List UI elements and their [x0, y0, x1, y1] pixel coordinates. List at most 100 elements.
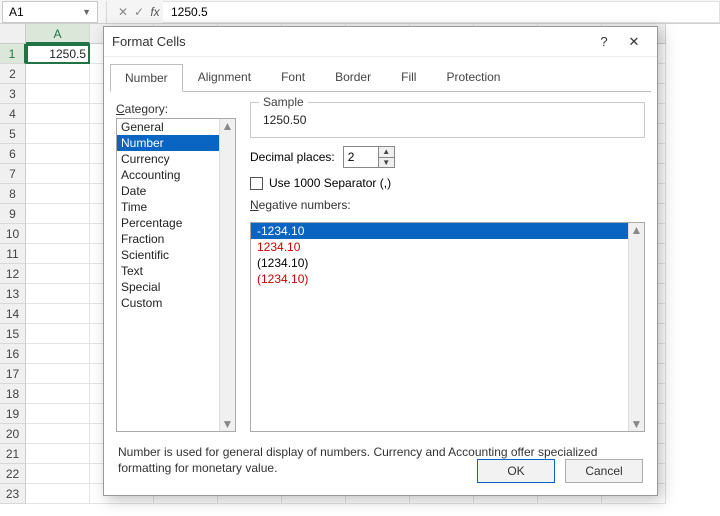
list-item[interactable]: (1234.10) [251, 271, 644, 287]
thousands-separator-checkbox[interactable]: Use 1000 Separator (,) [250, 176, 645, 190]
scrollbar[interactable]: ▲▼ [219, 119, 235, 431]
cell[interactable] [26, 144, 90, 164]
row-header[interactable]: 21 [0, 444, 26, 464]
dialog-titlebar[interactable]: Format Cells ? ✕ [104, 27, 657, 57]
cell[interactable] [26, 204, 90, 224]
cell[interactable] [26, 344, 90, 364]
row-header[interactable]: 5 [0, 124, 26, 144]
formula-bar[interactable]: 1250.5 [163, 1, 720, 23]
row-header[interactable]: 19 [0, 404, 26, 424]
dialog-button-row: OK Cancel [477, 459, 643, 483]
cell[interactable] [26, 324, 90, 344]
cell[interactable] [26, 244, 90, 264]
cancel-icon[interactable]: ✕ [115, 5, 131, 19]
cell[interactable] [26, 124, 90, 144]
list-item[interactable]: (1234.10) [251, 255, 644, 271]
row-header[interactable]: 12 [0, 264, 26, 284]
ok-button[interactable]: OK [477, 459, 555, 483]
format-cells-dialog: Format Cells ? ✕ NumberAlignmentFontBord… [103, 26, 658, 496]
row-header[interactable]: 13 [0, 284, 26, 304]
category-label: Category: [116, 102, 236, 116]
cell[interactable] [26, 264, 90, 284]
cell[interactable]: 1250.5 [26, 44, 90, 64]
tab-border[interactable]: Border [320, 63, 386, 91]
list-item[interactable]: Currency [117, 151, 235, 167]
cell[interactable] [26, 64, 90, 84]
list-item[interactable]: Date [117, 183, 235, 199]
negative-numbers-list[interactable]: -1234.101234.10(1234.10)(1234.10)▲▼ [250, 222, 645, 432]
negative-numbers-label: Negative numbers: [250, 198, 645, 212]
checkbox-icon[interactable] [250, 177, 263, 190]
decimal-places-stepper[interactable]: ▲▼ [343, 146, 395, 168]
cell[interactable] [26, 304, 90, 324]
row-header[interactable]: 15 [0, 324, 26, 344]
list-item[interactable]: Number [117, 135, 235, 151]
list-item[interactable]: Text [117, 263, 235, 279]
cell[interactable] [26, 224, 90, 244]
category-list[interactable]: GeneralNumberCurrencyAccountingDateTimeP… [116, 118, 236, 432]
row-header[interactable]: 1 [0, 44, 26, 64]
name-box[interactable]: A1 ▼ [2, 1, 98, 23]
row-header[interactable]: 2 [0, 64, 26, 84]
list-item[interactable]: Scientific [117, 247, 235, 263]
row-header[interactable]: 17 [0, 364, 26, 384]
row-header[interactable]: 22 [0, 464, 26, 484]
formula-bar-row: A1 ▼ ✕ ✓ fx 1250.5 [0, 0, 720, 24]
row-header[interactable]: 4 [0, 104, 26, 124]
decimal-places-input[interactable] [344, 147, 378, 167]
scroll-up-icon: ▲ [222, 119, 234, 133]
cell[interactable] [26, 424, 90, 444]
cell[interactable] [26, 104, 90, 124]
row-header[interactable]: 16 [0, 344, 26, 364]
cancel-button[interactable]: Cancel [565, 459, 643, 483]
cell[interactable] [26, 284, 90, 304]
cell[interactable] [26, 184, 90, 204]
row-header[interactable]: 8 [0, 184, 26, 204]
list-item[interactable]: Custom [117, 295, 235, 311]
tab-number[interactable]: Number [110, 64, 183, 92]
row-header[interactable]: 18 [0, 384, 26, 404]
list-item[interactable]: 1234.10 [251, 239, 644, 255]
column-header[interactable]: A [26, 24, 90, 44]
tab-alignment[interactable]: Alignment [183, 63, 266, 91]
row-header[interactable]: 14 [0, 304, 26, 324]
row-header[interactable]: 23 [0, 484, 26, 504]
cell[interactable] [26, 464, 90, 484]
select-all-corner[interactable] [0, 24, 26, 44]
row-header[interactable]: 7 [0, 164, 26, 184]
cell[interactable] [26, 364, 90, 384]
list-item[interactable]: -1234.10 [251, 223, 644, 239]
row-header[interactable]: 3 [0, 84, 26, 104]
row-header[interactable]: 20 [0, 424, 26, 444]
list-item[interactable]: General [117, 119, 235, 135]
cell[interactable] [26, 164, 90, 184]
cell[interactable] [26, 444, 90, 464]
close-button[interactable]: ✕ [619, 34, 649, 50]
tab-protection[interactable]: Protection [431, 63, 515, 91]
cell[interactable] [26, 84, 90, 104]
help-button[interactable]: ? [589, 34, 619, 49]
tab-fill[interactable]: Fill [386, 63, 431, 91]
check-icon[interactable]: ✓ [131, 5, 147, 19]
list-item[interactable]: Time [117, 199, 235, 215]
list-item[interactable]: Percentage [117, 215, 235, 231]
spin-up-icon: ▲ [379, 147, 394, 157]
cell[interactable] [26, 404, 90, 424]
cell[interactable] [26, 384, 90, 404]
separator [106, 1, 107, 23]
row-header[interactable]: 10 [0, 224, 26, 244]
row-header[interactable]: 9 [0, 204, 26, 224]
tab-font[interactable]: Font [266, 63, 320, 91]
list-item[interactable]: Special [117, 279, 235, 295]
row-header[interactable]: 6 [0, 144, 26, 164]
list-item[interactable]: Fraction [117, 231, 235, 247]
cell[interactable] [26, 484, 90, 504]
fx-icon[interactable]: fx [147, 5, 163, 19]
spin-buttons[interactable]: ▲▼ [378, 147, 394, 167]
chevron-down-icon[interactable]: ▼ [82, 7, 91, 17]
spin-down-icon: ▼ [379, 157, 394, 167]
row-header[interactable]: 11 [0, 244, 26, 264]
dialog-body: Category: GeneralNumberCurrencyAccountin… [104, 92, 657, 432]
scrollbar[interactable]: ▲▼ [628, 223, 644, 431]
list-item[interactable]: Accounting [117, 167, 235, 183]
